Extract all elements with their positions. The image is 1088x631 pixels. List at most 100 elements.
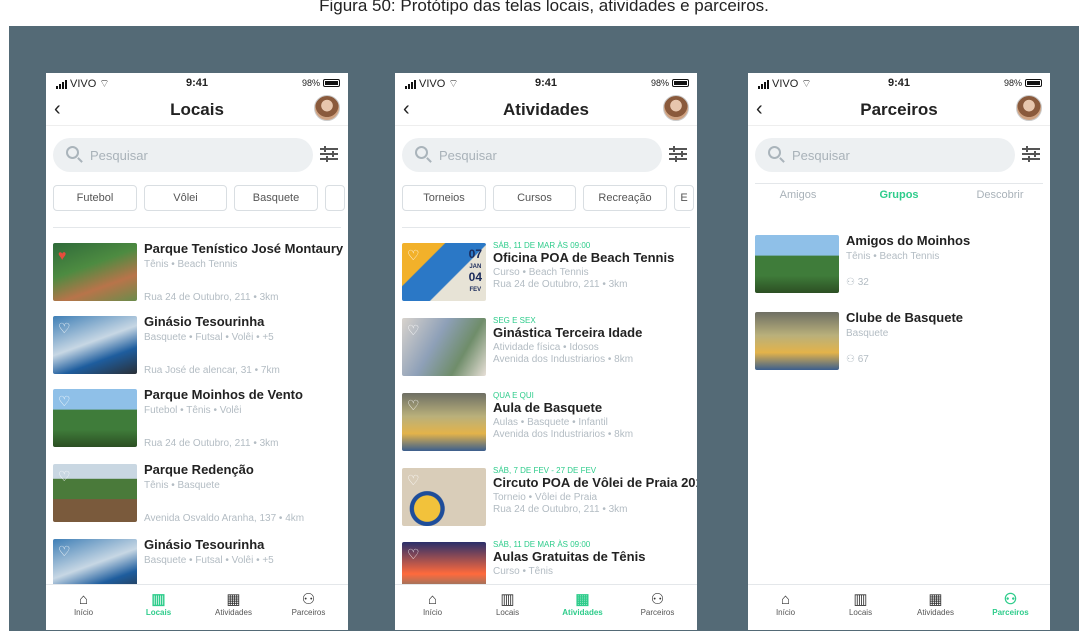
status-bar: VIVO ⌔ 9:41 98% bbox=[395, 73, 697, 95]
search-input[interactable]: Pesquisar bbox=[755, 138, 1015, 172]
chip-torneios[interactable]: Torneios bbox=[402, 185, 486, 211]
heart-icon[interactable]: ♡ bbox=[407, 248, 420, 262]
screen-parceiros: VIVO ⌔ 9:41 98% ‹ Parceiros Pesquisar Ami… bbox=[748, 73, 1050, 630]
people-icon: ⚇ bbox=[1003, 591, 1018, 608]
sliders-icon[interactable] bbox=[320, 146, 338, 162]
place-name: Parque Moinhos de Vento bbox=[144, 387, 303, 402]
chip-futebol[interactable]: Futebol bbox=[53, 185, 137, 211]
calendar-icon: ▦ bbox=[928, 591, 943, 608]
list-item[interactable]: ♡ SEG E SEX Ginástica Terceira Idade Ativi… bbox=[402, 316, 693, 380]
people-icon: ⚇ bbox=[650, 591, 665, 608]
tab-inicio[interactable]: ⌂ Início bbox=[46, 591, 121, 617]
list-item[interactable]: Clube de Basquete Basquete ⚇ 67 bbox=[755, 310, 1046, 374]
battery-percent: 98% bbox=[650, 78, 669, 88]
tab-bar: ⌂ Início ▥ Locais ▦ Atividades ⚇ Parceiros bbox=[748, 584, 1050, 630]
chip-cursos[interactable]: Cursos bbox=[493, 185, 576, 211]
chip-recreacao[interactable]: Recreação bbox=[583, 185, 667, 211]
search-input[interactable]: Pesquisar bbox=[402, 138, 662, 172]
member-count: 67 bbox=[857, 354, 869, 365]
list-item[interactable]: ♡ Parque Redenção Tênis • Basquete Avenid… bbox=[53, 462, 344, 526]
avatar[interactable] bbox=[314, 95, 340, 121]
heart-icon[interactable]: ♡ bbox=[407, 398, 420, 412]
figure-caption: Figura 50: Protótipo das telas locais, a… bbox=[0, 0, 1088, 26]
tab-inicio[interactable]: ⌂ Início bbox=[395, 591, 470, 617]
activity-date: QUA E QUI bbox=[493, 391, 534, 400]
heart-icon[interactable]: ♡ bbox=[58, 321, 71, 335]
place-photo: ♥ bbox=[53, 243, 137, 301]
chip-basquete[interactable]: Basquete bbox=[234, 185, 318, 211]
sliders-icon[interactable] bbox=[1022, 146, 1040, 162]
battery-percent: 98% bbox=[301, 78, 320, 88]
map-icon: ▥ bbox=[500, 591, 515, 608]
segmented-control: Amigos Grupos Descobrir bbox=[748, 189, 1050, 209]
place-address: Avenida Osvaldo Aranha, 137 • 4km bbox=[144, 513, 305, 524]
home-icon: ⌂ bbox=[427, 591, 438, 608]
search-placeholder: Pesquisar bbox=[90, 148, 148, 163]
chip-more[interactable] bbox=[325, 185, 345, 211]
activity-type: Curso • Tênis bbox=[493, 566, 554, 577]
activity-type: Torneio • Vôlei de Praia bbox=[493, 492, 598, 503]
activity-name: Oficina POA de Beach Tennis bbox=[493, 250, 675, 265]
page-title: Atividades bbox=[503, 100, 589, 119]
activity-name: Aula de Basquete bbox=[493, 400, 603, 415]
activity-name: Ginástica Terceira Idade bbox=[493, 325, 643, 340]
segment-descobrir[interactable]: Descobrir bbox=[950, 189, 1050, 201]
activity-type: Atividade física • Idosos bbox=[493, 342, 599, 353]
battery-icon bbox=[1025, 79, 1042, 87]
activity-name: Circuto POA de Vôlei de Praia 2019 bbox=[493, 475, 697, 490]
heart-icon[interactable]: ♡ bbox=[407, 547, 420, 561]
avatar[interactable] bbox=[663, 95, 689, 121]
heart-icon[interactable]: ♡ bbox=[407, 323, 420, 337]
tab-locais[interactable]: ▥ Locais bbox=[823, 591, 898, 617]
people-icon: ⚇ bbox=[846, 354, 855, 365]
place-sports: Tênis • Basquete bbox=[144, 480, 220, 491]
sliders-icon[interactable] bbox=[669, 146, 687, 162]
home-icon: ⌂ bbox=[780, 591, 791, 608]
poster-text: 04 bbox=[468, 270, 482, 284]
search-icon bbox=[66, 146, 79, 159]
search-icon bbox=[768, 146, 781, 159]
segment-grupos[interactable]: Grupos bbox=[849, 189, 949, 201]
nav-bar: ‹ Atividades bbox=[395, 95, 697, 125]
tab-atividades[interactable]: ▦ Atividades bbox=[196, 591, 271, 617]
prototype-board: VIVO ⌔ 9:41 98% ‹ Locais Pesquisar Futebo… bbox=[9, 26, 1079, 631]
list-item[interactable]: ♥ Parque Tenístico José Montaury Tênis • … bbox=[53, 241, 344, 305]
activity-photo: ♡ bbox=[402, 393, 486, 451]
tab-atividades[interactable]: ▦ Atividades bbox=[545, 591, 620, 617]
list-item[interactable]: Amigos do Moinhos Tênis • Beach Tennis ⚇ … bbox=[755, 233, 1046, 297]
heart-icon[interactable]: ♡ bbox=[58, 469, 71, 483]
chip-volei[interactable]: Vôlei bbox=[144, 185, 227, 211]
tab-inicio[interactable]: ⌂ Início bbox=[748, 591, 823, 617]
list-item[interactable]: ♡ 07 JAN 04 FEV SÁB, 11 DE MAR ÀS 09:00 O… bbox=[402, 241, 693, 305]
calendar-icon: ▦ bbox=[575, 591, 590, 608]
heart-icon[interactable]: ♡ bbox=[58, 394, 71, 408]
list-item[interactable]: ♡ Ginásio Tesourinha Basquete • Futsal • … bbox=[53, 314, 344, 378]
list-item[interactable]: ♡ QUA E QUI Aula de Basquete Aulas • Basqu… bbox=[402, 391, 693, 455]
segment-amigos[interactable]: Amigos bbox=[748, 189, 848, 201]
battery-icon bbox=[323, 79, 340, 87]
place-name: Ginásio Tesourinha bbox=[144, 537, 265, 552]
group-sports: Tênis • Beach Tennis bbox=[846, 251, 940, 262]
list-item[interactable]: ♡ Parque Moinhos de Vento Futebol • Tênis… bbox=[53, 387, 344, 451]
avatar[interactable] bbox=[1016, 95, 1042, 121]
tab-parceiros[interactable]: ⚇ Parceiros bbox=[620, 591, 695, 617]
poster-text: FEV bbox=[469, 287, 482, 293]
tab-parceiros[interactable]: ⚇ Parceiros bbox=[271, 591, 346, 617]
place-photo: ♡ bbox=[53, 464, 137, 522]
heart-icon[interactable]: ♡ bbox=[58, 544, 71, 558]
tab-locais[interactable]: ▥ Locais bbox=[470, 591, 545, 617]
tab-locais[interactable]: ▥ Locais bbox=[121, 591, 196, 617]
tab-atividades[interactable]: ▦ Atividades bbox=[898, 591, 973, 617]
tab-parceiros[interactable]: ⚇ Parceiros bbox=[973, 591, 1048, 617]
activity-photo: ♡ bbox=[402, 318, 486, 376]
activity-address: Avenida dos Industriarios • 8km bbox=[493, 429, 634, 440]
activity-address: Rua 24 de Outubro, 211 • 3km bbox=[493, 504, 628, 515]
place-address: Rua 24 de Outubro, 211 • 3km bbox=[144, 438, 279, 449]
status-bar: VIVO ⌔ 9:41 98% bbox=[748, 73, 1050, 95]
chip-more[interactable]: E bbox=[674, 185, 694, 211]
heart-icon[interactable]: ♡ bbox=[407, 473, 420, 487]
list-item[interactable]: ♡ SÁB, 7 DE FEV - 27 DE FEV Circuto POA d… bbox=[402, 466, 697, 530]
search-input[interactable]: Pesquisar bbox=[53, 138, 313, 172]
heart-icon[interactable]: ♥ bbox=[58, 248, 66, 262]
place-photo: ♡ bbox=[53, 316, 137, 374]
